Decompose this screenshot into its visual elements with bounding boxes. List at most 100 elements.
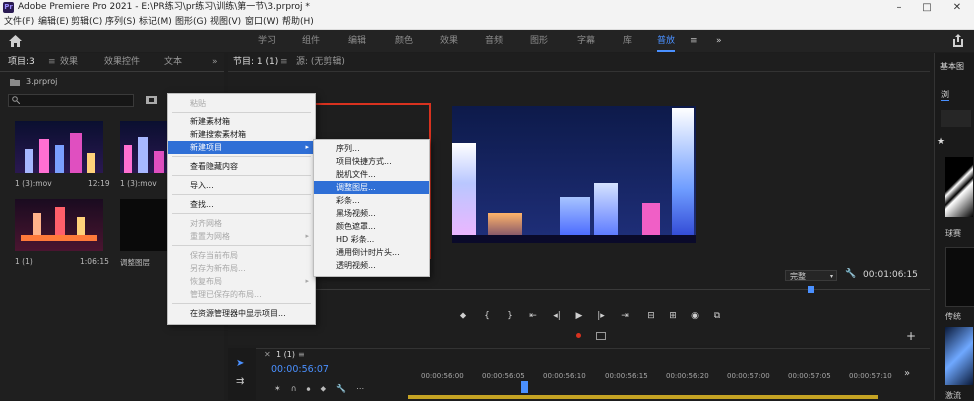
workspace-tab-assembly[interactable]: 组件 — [302, 30, 320, 52]
adjustment-layer-thumbnail[interactable] — [120, 199, 170, 251]
template-thumbnail-2[interactable] — [945, 247, 974, 307]
menu-view[interactable]: 视图(V) — [210, 15, 241, 29]
playback-resolution-select[interactable]: 完整 ▾ — [785, 270, 837, 281]
menu-marker[interactable]: 标记(M) — [139, 15, 172, 29]
wrench-icon[interactable]: 🔧 — [845, 269, 856, 279]
clip-thumbnail-2[interactable] — [120, 121, 170, 173]
clip-name-4: 调整图层 — [120, 258, 150, 267]
timeline-sequence-tab[interactable]: 1 (1) — [276, 350, 295, 359]
tab-menu-icon[interactable]: ≡ — [48, 53, 56, 71]
button-editor-add-icon[interactable]: + — [906, 329, 916, 343]
workspace-tab-libraries[interactable]: 库 — [623, 30, 632, 52]
submenu-item-project-shortcut[interactable]: 项目快捷方式... — [314, 155, 429, 168]
menu-file[interactable]: 文件(F) — [4, 15, 34, 29]
workspace-tab-editing[interactable]: 编辑 — [348, 30, 366, 52]
maximize-button[interactable]: □ — [916, 0, 938, 15]
play-icon[interactable]: ▶ — [572, 311, 586, 321]
tab-browse[interactable]: 浏 — [941, 89, 949, 101]
submenu-item-black-video[interactable]: 黑场视频... — [314, 207, 429, 220]
go-to-in-icon[interactable]: ⇤ — [526, 311, 540, 321]
step-back-icon[interactable]: ◂| — [550, 311, 564, 321]
workspace-tab-active[interactable]: 普放 — [657, 30, 676, 52]
menu-sequence[interactable]: 序列(S) — [105, 15, 136, 29]
tabs-more-icon[interactable]: » — [212, 53, 218, 71]
menu-item-import[interactable]: 导入... — [168, 179, 315, 192]
menu-item-restore-layout[interactable]: 恢复布局 ▸ — [168, 275, 315, 288]
lift-icon[interactable]: ⊟ — [644, 311, 658, 321]
workspace-tab-captions[interactable]: 字幕 — [577, 30, 595, 52]
menu-item-new-search-bin[interactable]: 新建搜索素材箱 — [168, 128, 315, 141]
submenu-item-countdown-leader[interactable]: 通用倒计时片头... — [314, 246, 429, 259]
tab-effects[interactable]: 效果 — [60, 53, 78, 71]
menu-item-reset-grid[interactable]: 重置为网格 ▸ — [168, 230, 315, 243]
clip-thumbnail-1[interactable] — [15, 121, 103, 173]
add-marker-icon[interactable]: ⬥ — [456, 311, 470, 321]
timeline-playhead-timecode[interactable]: 00:00:56:07 — [271, 364, 329, 375]
workspace-tab-learn[interactable]: 学习 — [258, 30, 276, 52]
menu-item-reveal-in-explorer[interactable]: 在资源管理器中显示项目... — [168, 307, 315, 320]
template-thumbnail-3[interactable] — [945, 327, 973, 385]
menu-window[interactable]: 窗口(W) — [245, 15, 279, 29]
workspace-tab-effects[interactable]: 效果 — [440, 30, 458, 52]
menu-item-save-layout[interactable]: 保存当前布局 — [168, 249, 315, 262]
submenu-item-hd-bars[interactable]: HD 彩条... — [314, 233, 429, 246]
monitor-menu-icon[interactable]: ≡ — [280, 53, 288, 71]
workspace-tab-graphics[interactable]: 图形 — [530, 30, 548, 52]
selection-tool-icon[interactable]: ➤ — [236, 358, 244, 369]
workspace-tab-audio[interactable]: 音频 — [485, 30, 503, 52]
browse-field[interactable] — [941, 110, 971, 127]
work-area-bar[interactable] — [408, 395, 878, 399]
new-bin-icon[interactable] — [146, 95, 157, 104]
comparison-view-icon[interactable]: ⧉ — [710, 311, 724, 321]
monitor-playhead[interactable] — [808, 286, 814, 293]
submenu-item-transparent-video[interactable]: 透明视频... — [314, 259, 429, 272]
menu-clip[interactable]: 剪辑(C) — [71, 15, 102, 29]
tab-text[interactable]: 文本 — [164, 53, 182, 71]
home-icon[interactable] — [9, 35, 22, 47]
clip-thumbnail-3[interactable] — [15, 199, 103, 251]
go-to-out-icon[interactable]: ⇥ — [618, 311, 632, 321]
submenu-item-color-matte[interactable]: 颜色遮罩... — [314, 220, 429, 233]
timeline-menu-icon[interactable]: ≡ — [298, 350, 305, 359]
favorites-star-icon[interactable]: ★ — [937, 137, 945, 147]
project-search-input[interactable] — [8, 94, 134, 107]
close-button[interactable]: ✕ — [946, 0, 968, 15]
tab-program[interactable]: 节目: 1 (1) — [233, 53, 278, 71]
menu-separator — [172, 213, 311, 214]
menu-help[interactable]: 帮助(H) — [282, 15, 314, 29]
share-icon[interactable] — [952, 34, 964, 47]
tab-project[interactable]: 项目:3 — [8, 53, 35, 71]
menu-item-paste[interactable]: 粘贴 — [168, 97, 315, 110]
submenu-item-sequence[interactable]: 序列... — [314, 142, 429, 155]
submenu-item-offline-file[interactable]: 脱机文件... — [314, 168, 429, 181]
mark-out-icon[interactable]: } — [503, 311, 517, 321]
extract-icon[interactable]: ⊞ — [666, 311, 680, 321]
menu-graphics[interactable]: 图形(G) — [175, 15, 207, 29]
menu-edit[interactable]: 编辑(E) — [38, 15, 69, 29]
monitor-scrubber-track[interactable] — [228, 289, 930, 290]
tab-source[interactable]: 源: (无剪辑) — [296, 53, 345, 71]
menu-item-manage-layouts[interactable]: 管理已保存的布局... — [168, 288, 315, 301]
vr-toggle-icon[interactable] — [596, 332, 606, 340]
tab-effect-controls[interactable]: 效果控件 — [104, 53, 140, 71]
submenu-item-adjustment-layer[interactable]: 调整图层... — [314, 181, 429, 194]
minimize-button[interactable]: – — [888, 0, 910, 15]
template-thumbnail-1[interactable] — [945, 157, 973, 217]
workspaces-more-icon[interactable]: » — [716, 30, 722, 52]
menu-item-save-as-layout[interactable]: 另存为新布局... — [168, 262, 315, 275]
export-frame-icon[interactable]: ◉ — [688, 311, 702, 321]
menu-item-new-item[interactable]: 新建项目 ▸ — [168, 141, 315, 154]
ruler-tick-7: 00:00:57:05 — [788, 372, 831, 380]
track-select-tool-icon[interactable]: ⇉ — [236, 376, 244, 387]
menu-item-find[interactable]: 查找... — [168, 198, 315, 211]
timeline-playhead[interactable] — [521, 381, 528, 393]
menu-item-new-bin[interactable]: 新建素材箱 — [168, 115, 315, 128]
submenu-item-bars-tone[interactable]: 彩条... — [314, 194, 429, 207]
menu-item-view-hidden[interactable]: 查看隐藏内容 — [168, 160, 315, 173]
mark-in-icon[interactable]: { — [480, 311, 494, 321]
menu-item-align-grid[interactable]: 对齐网格 — [168, 217, 315, 230]
timeline-close-icon[interactable]: ✕ — [264, 350, 271, 359]
timeline-more-icon[interactable]: » — [904, 368, 910, 379]
step-forward-icon[interactable]: |▸ — [594, 311, 608, 321]
workspace-tab-color[interactable]: 颜色 — [395, 30, 413, 52]
